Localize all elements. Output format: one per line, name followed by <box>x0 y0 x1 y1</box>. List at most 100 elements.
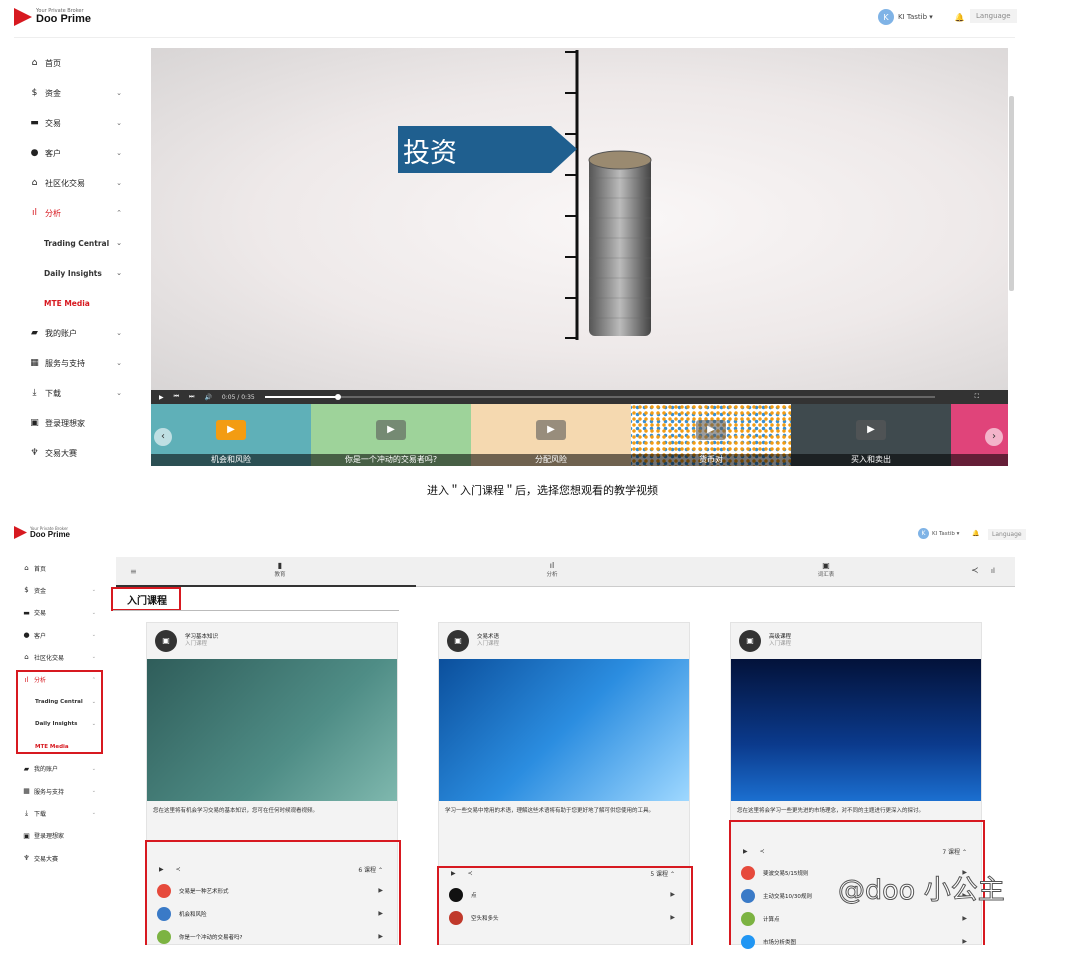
chevron-icon[interactable]: ⌄ <box>92 632 96 638</box>
sidebar-item-4[interactable]: ⌂ 社区化交易 ⌄ <box>14 168 138 198</box>
video-thumbnail[interactable]: ▶ 买入和卖出 <box>791 404 951 466</box>
sidebar: ⌂ 首页 $ 资金 ⌄ ▬ 交易 ⌄ ● 客户 ⌄ ⌂ 社区化交易 ⌄ ıl 分析 ⌃ Trading Centr… <box>14 48 138 468</box>
tab-bar: ≡ ▮ 教育 ıl 分析 ▣ 词汇表 ≺ ıl <box>116 557 1015 587</box>
share-icon[interactable]: ≺ <box>971 566 979 576</box>
sidebar-item-11[interactable]: ⤓ 下载 ⌄ <box>14 378 138 408</box>
fullscreen-icon[interactable]: ⛶ <box>975 393 979 401</box>
card-header: ▣ 交易术语 入门课程 <box>439 623 689 659</box>
sidebar-item-4[interactable]: ⌂ 社区化交易 ⌄ <box>14 646 104 668</box>
chevron-icon[interactable]: ⌄ <box>92 788 96 794</box>
chevron-icon[interactable]: ⌄ <box>116 119 122 127</box>
thumbnail-caption: 你是一个冲动的交易者吗? <box>311 454 471 466</box>
bell-icon[interactable]: 🔔 <box>955 13 965 22</box>
course-icon: ▣ <box>447 630 469 652</box>
sidebar-item-13[interactable]: ♆ 交易大赛 <box>14 847 104 869</box>
sidebar-item-5[interactable]: ıl 分析 ⌃ <box>14 198 138 228</box>
sidebar-item-6[interactable]: Trading Central ⌄ <box>14 228 138 258</box>
tab-education[interactable]: ▮ 教育 <box>250 561 310 578</box>
chevron-icon[interactable]: ⌄ <box>116 389 122 397</box>
sidebar-item-label: 客户 <box>45 148 61 158</box>
tab-glossary[interactable]: ▣ 词汇表 <box>796 561 856 578</box>
previous-icon[interactable]: ⏮ <box>174 393 179 401</box>
sidebar-item-0[interactable]: ⌂ 首页 <box>14 48 138 78</box>
sidebar-item-2[interactable]: ▬ 交易 ⌄ <box>14 602 104 624</box>
next-arrow-icon[interactable]: › <box>985 428 1003 446</box>
video-player[interactable]: 投资 <box>151 48 1008 390</box>
thumbnail-strip: ▶ 机会和风险 ▶ 你是一个冲动的交易者吗? ▶ 分配风险 ▶ 货币对 ▶ 买入和卖出交易 <box>151 404 1008 466</box>
chevron-icon[interactable]: ⌄ <box>92 610 96 616</box>
instruction-caption: 进入＂入门课程＂后，选择您想观看的教学视频 <box>427 484 658 497</box>
user-menu[interactable]: K KI Tastib ▾ 🔔 <box>918 528 980 539</box>
chevron-icon[interactable]: ⌃ <box>116 209 122 217</box>
video-overlay-text: 投资 <box>403 138 457 169</box>
next-icon[interactable]: ⏭ <box>189 393 194 401</box>
progress-bar[interactable] <box>264 394 935 400</box>
sidebar-item-12[interactable]: ▣ 登录理想家 <box>14 825 104 847</box>
video-thumbnail[interactable]: ▶ 分配风险 <box>471 404 631 466</box>
chevron-icon[interactable]: ⌄ <box>116 359 122 367</box>
chevron-icon[interactable]: ⌄ <box>116 329 122 337</box>
sidebar-item-0[interactable]: ⌂ 首页 <box>14 557 104 579</box>
card-image <box>439 659 689 801</box>
chevron-icon[interactable]: ⌄ <box>116 89 122 97</box>
gift-icon: ▣ <box>23 831 30 840</box>
chevron-icon[interactable]: ⌄ <box>92 654 96 660</box>
sidebar-item-11[interactable]: ⤓ 下载 ⌄ <box>14 802 104 824</box>
sidebar-item-9[interactable]: ▰ 我的账户 ⌄ <box>14 318 138 348</box>
sidebar-item-3[interactable]: ● 客户 ⌄ <box>14 138 138 168</box>
sidebar-item-13[interactable]: ♆ 交易大赛 <box>14 438 138 468</box>
sidebar-item-10[interactable]: ▦ 服务与支持 ⌄ <box>14 348 138 378</box>
chevron-icon[interactable]: ⌄ <box>92 587 96 593</box>
video-thumbnail[interactable]: ▶ 货币对 <box>631 404 791 466</box>
sidebar-item-3[interactable]: ● 客户 ⌄ <box>14 624 104 646</box>
chevron-icon[interactable]: ⌄ <box>116 239 122 247</box>
sidebar-item-8[interactable]: MTE Media <box>14 288 138 318</box>
chevron-icon[interactable]: ⌄ <box>116 149 122 157</box>
thumbnail-caption: 分配风险 <box>471 454 631 466</box>
play-icon[interactable]: ▶ <box>856 420 886 440</box>
video-thumbnail[interactable]: ▶ 你是一个冲动的交易者吗? <box>311 404 471 466</box>
sidebar-item-1[interactable]: $ 资金 ⌄ <box>14 579 104 601</box>
progress-knob[interactable] <box>335 394 342 400</box>
user-menu[interactable]: K KI Tastib ▾ 🔔 <box>878 9 965 25</box>
sidebar-item-7[interactable]: Daily Insights ⌄ <box>14 258 138 288</box>
doo-prime-logo-small[interactable]: Your Private Broker Doo Prime <box>14 526 70 539</box>
chevron-icon[interactable]: ⌄ <box>116 269 122 277</box>
play-icon[interactable]: ▶ <box>376 420 406 440</box>
video-thumbnail[interactable]: ▶ 机会和风险 <box>151 404 311 466</box>
video-controls: ▶ ⏮ ⏭ 🔊 0:05 / 0:35 ⛶ <box>151 390 1008 404</box>
volume-icon[interactable]: 🔊 <box>204 394 211 401</box>
sidebar-item-2[interactable]: ▬ 交易 ⌄ <box>14 108 138 138</box>
tab-analysis[interactable]: ıl 分析 <box>522 561 582 578</box>
language-select[interactable]: Language <box>970 9 1017 23</box>
bell-icon[interactable]: 🔔 <box>972 530 979 537</box>
dollar-icon: $ <box>31 87 38 98</box>
card-header: ▣ 高级课程 入门课程 <box>731 623 981 659</box>
card-subtitle: 入门课程 <box>477 641 500 647</box>
play-icon[interactable]: ▶ <box>536 420 566 440</box>
prev-arrow-icon[interactable]: ‹ <box>154 428 172 446</box>
section-divider <box>113 610 399 611</box>
sidebar-item-9[interactable]: ▰ 我的账户 ⌄ <box>14 758 104 780</box>
doo-prime-logo[interactable]: Your Private Broker Doo Prime <box>14 8 91 26</box>
sidebar-item-10[interactable]: ▦ 服务与支持 ⌄ <box>14 780 104 802</box>
trophy-icon: ♆ <box>30 447 39 458</box>
language-select[interactable]: Language <box>988 529 1026 540</box>
sidebar-item-1[interactable]: $ 资金 ⌄ <box>14 78 138 108</box>
sidebar-item-12[interactable]: ▣ 登录理想家 <box>14 408 138 438</box>
avatar: K <box>918 528 929 539</box>
card-description: 您在这里将有机会学习交易的基本知识，您可在任何时候观看视频。 <box>153 808 319 814</box>
play-icon[interactable]: ▶ <box>216 420 246 440</box>
scrollbar[interactable] <box>1009 96 1014 291</box>
chevron-icon[interactable]: ⌄ <box>92 766 96 772</box>
course-icon: ▣ <box>739 630 761 652</box>
chart-icon[interactable]: ıl <box>991 567 995 575</box>
trophy-icon: ♆ <box>23 854 30 862</box>
highlight-box-title <box>111 587 181 611</box>
chevron-icon[interactable]: ⌄ <box>116 179 122 187</box>
filter-icon[interactable]: ≡ <box>130 567 137 576</box>
play-icon[interactable]: ▶ <box>159 394 164 401</box>
play-icon[interactable]: ▶ <box>696 420 726 440</box>
chevron-icon[interactable]: ⌄ <box>92 810 96 816</box>
glossary-icon: ▣ <box>822 561 830 570</box>
